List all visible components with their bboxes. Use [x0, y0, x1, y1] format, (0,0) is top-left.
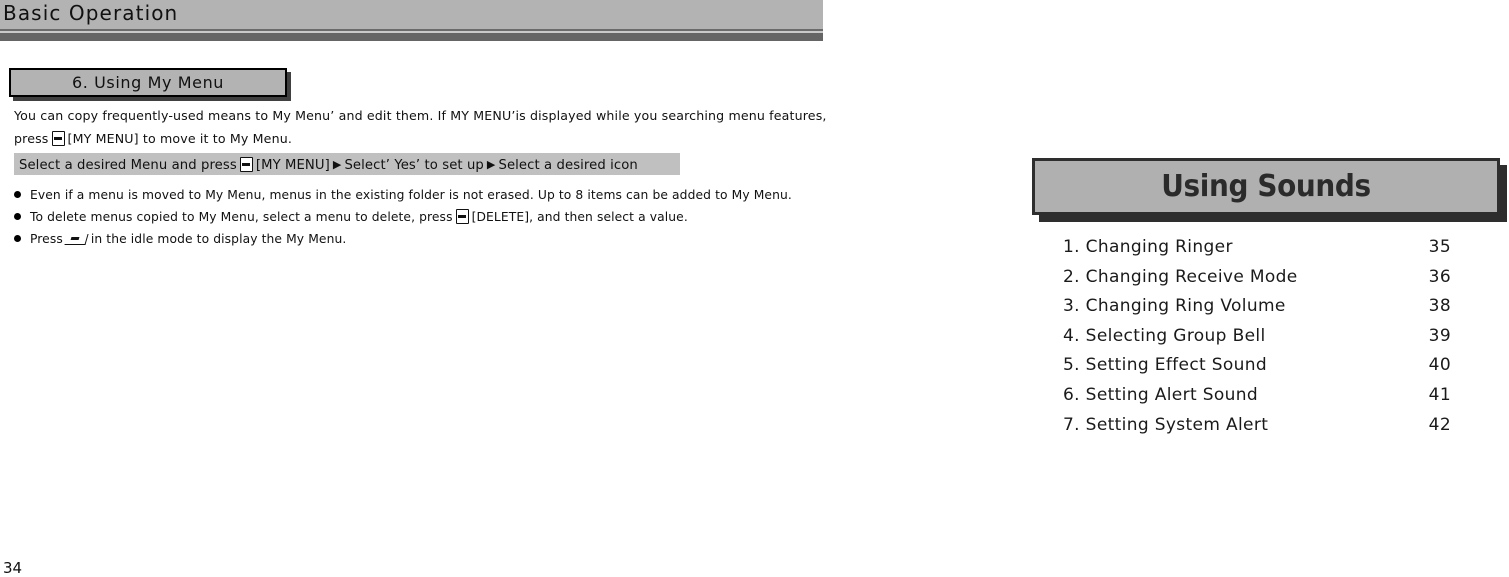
- procedure-text: Select a desired Menu and press [MY MENU]…: [19, 155, 638, 175]
- toc-page-number: 42: [1428, 414, 1451, 435]
- toc-page-number: 35: [1428, 237, 1451, 257]
- arrow-right-icon: ▶: [332, 158, 342, 171]
- toc-page-number: 36: [1428, 266, 1451, 287]
- note-text-before: To delete menus copied to My Menu, selec…: [30, 210, 453, 224]
- toc-label: 7. Setting System Alert: [1063, 414, 1269, 435]
- using-sounds-toc: 1. Changing Ringer 35 2. Changing Receiv…: [1063, 233, 1473, 440]
- notes-list: Even if a menu is moved to My Menu, menu…: [14, 184, 834, 250]
- my-menu-key-icon: [239, 157, 253, 172]
- note-text-after: in the idle mode to display the My Menu.: [90, 232, 347, 246]
- my-menu-slant-key-icon: [65, 232, 89, 246]
- toc-row[interactable]: 2. Changing Receive Mode 36: [1063, 263, 1473, 293]
- note-item: Press in the idle mode to display the My …: [14, 228, 834, 250]
- toc-row[interactable]: 4. Selecting Group Bell 39: [1063, 322, 1473, 352]
- bullet-icon: [14, 213, 21, 220]
- toc-page-number: 38: [1428, 296, 1451, 317]
- toc-row[interactable]: 7. Setting System Alert 42: [1063, 411, 1473, 441]
- note-text-after: [DELETE], and then select a value.: [471, 210, 688, 224]
- header-rule-thick: [0, 33, 823, 41]
- toc-page-number: 39: [1428, 325, 1451, 346]
- note-text: Even if a menu is moved to My Menu, menu…: [30, 188, 792, 202]
- note-item: Even if a menu is moved to My Menu, menu…: [14, 184, 834, 206]
- toc-label: 6. Setting Alert Sound: [1063, 384, 1258, 405]
- toc-row[interactable]: 1. Changing Ringer 35: [1063, 233, 1473, 263]
- procedure-part-1: Select a desired Menu and press: [19, 158, 237, 173]
- delete-key-icon: [455, 209, 469, 224]
- bullet-icon: [14, 191, 21, 198]
- procedure-highlight-bar: Select a desired Menu and press [MY MENU]…: [14, 153, 680, 175]
- section-title-box: 6. Using My Menu: [9, 68, 287, 97]
- toc-row[interactable]: 3. Changing Ring Volume 38: [1063, 292, 1473, 322]
- procedure-part-4: Select a desired icon: [498, 158, 638, 173]
- toc-page-number: 41: [1428, 384, 1451, 405]
- toc-label: 5. Setting Effect Sound: [1063, 355, 1268, 376]
- intro-line-1: You can copy frequently-used means to My…: [14, 104, 826, 127]
- intro-line-2: press [MY MENU] to move it to My Menu.: [14, 127, 814, 150]
- toc-row[interactable]: 6. Setting Alert Sound 41: [1063, 381, 1473, 411]
- intro-line-1-text: You can copy frequently-used means to My…: [14, 108, 827, 123]
- intro-line-2-text-before: press: [14, 131, 49, 146]
- using-sounds-title: Using Sounds: [1161, 169, 1371, 204]
- bullet-icon: [14, 235, 21, 242]
- toc-label: 4. Selecting Group Bell: [1063, 325, 1266, 346]
- toc-label: 3. Changing Ring Volume: [1063, 296, 1286, 317]
- page-number: 34: [3, 559, 23, 577]
- my-menu-key-icon: [51, 131, 65, 146]
- toc-page-number: 40: [1428, 355, 1451, 376]
- toc-label: 1. Changing Ringer: [1063, 237, 1233, 257]
- intro-line-2-text-after: [MY MENU] to move it to My Menu.: [67, 131, 292, 146]
- section-title-label: 6. Using My Menu: [71, 73, 225, 92]
- arrow-right-icon: ▶: [486, 158, 496, 171]
- using-sounds-title-box: Using Sounds: [1032, 158, 1500, 215]
- toc-label: 2. Changing Receive Mode: [1063, 266, 1298, 287]
- note-text-before: Press: [30, 232, 63, 246]
- using-sounds-panel: Using Sounds: [1032, 158, 1500, 215]
- page-header-bar: Basic Operation: [0, 0, 823, 29]
- procedure-part-3: Select’ Yes’ to set up: [344, 158, 484, 173]
- page-header-title: Basic Operation: [3, 1, 179, 25]
- intro-paragraph: You can copy frequently-used means to My…: [14, 104, 826, 150]
- toc-row[interactable]: 5. Setting Effect Sound 40: [1063, 351, 1473, 381]
- note-item: To delete menus copied to My Menu, selec…: [14, 206, 834, 228]
- procedure-part-2: [MY MENU]: [255, 158, 330, 173]
